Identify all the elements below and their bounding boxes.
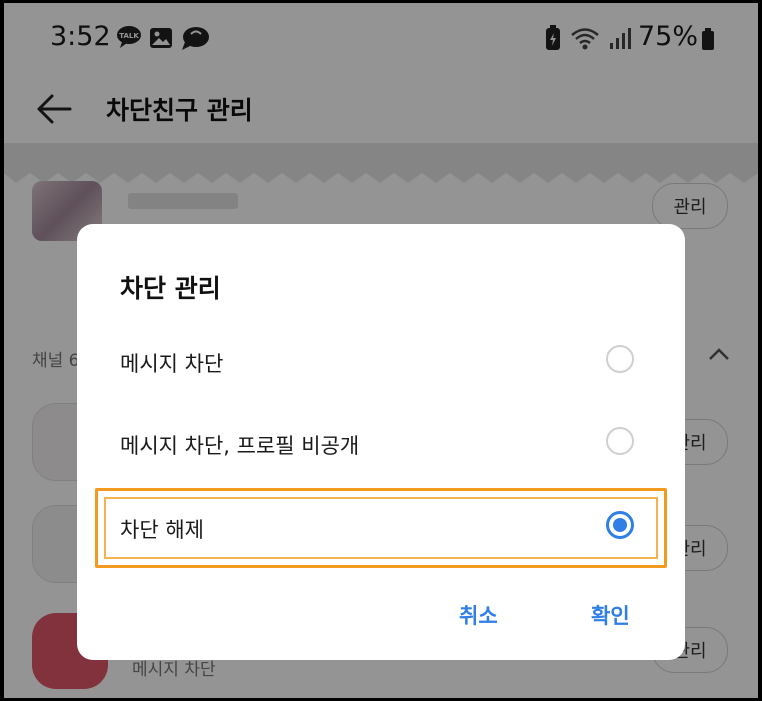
option-label: 메시지 차단 bbox=[120, 352, 224, 376]
phone-screen: 3:52 TALK 75% 차단친구 관리 관리 채널 6 관리 관리 관리 메… bbox=[4, 3, 758, 698]
dialog-title: 차단 관리 bbox=[120, 274, 221, 303]
cancel-button[interactable]: 취소 bbox=[459, 600, 498, 630]
radio-button[interactable] bbox=[606, 345, 634, 373]
option-label: 메시지 차단, 프로필 비공개 bbox=[120, 434, 360, 458]
option-label: 차단 해제 bbox=[120, 518, 204, 542]
option-block-message-private-profile[interactable]: 메시지 차단, 프로필 비공개 bbox=[77, 406, 685, 482]
option-unblock[interactable]: 차단 해제 bbox=[77, 490, 685, 566]
option-block-message[interactable]: 메시지 차단 bbox=[77, 324, 685, 400]
block-manage-dialog: 차단 관리 메시지 차단 메시지 차단, 프로필 비공개 차단 해제 취소 확인 bbox=[77, 224, 685, 660]
confirm-button[interactable]: 확인 bbox=[591, 600, 630, 630]
radio-button-selected[interactable] bbox=[606, 511, 634, 539]
radio-button[interactable] bbox=[606, 427, 634, 455]
